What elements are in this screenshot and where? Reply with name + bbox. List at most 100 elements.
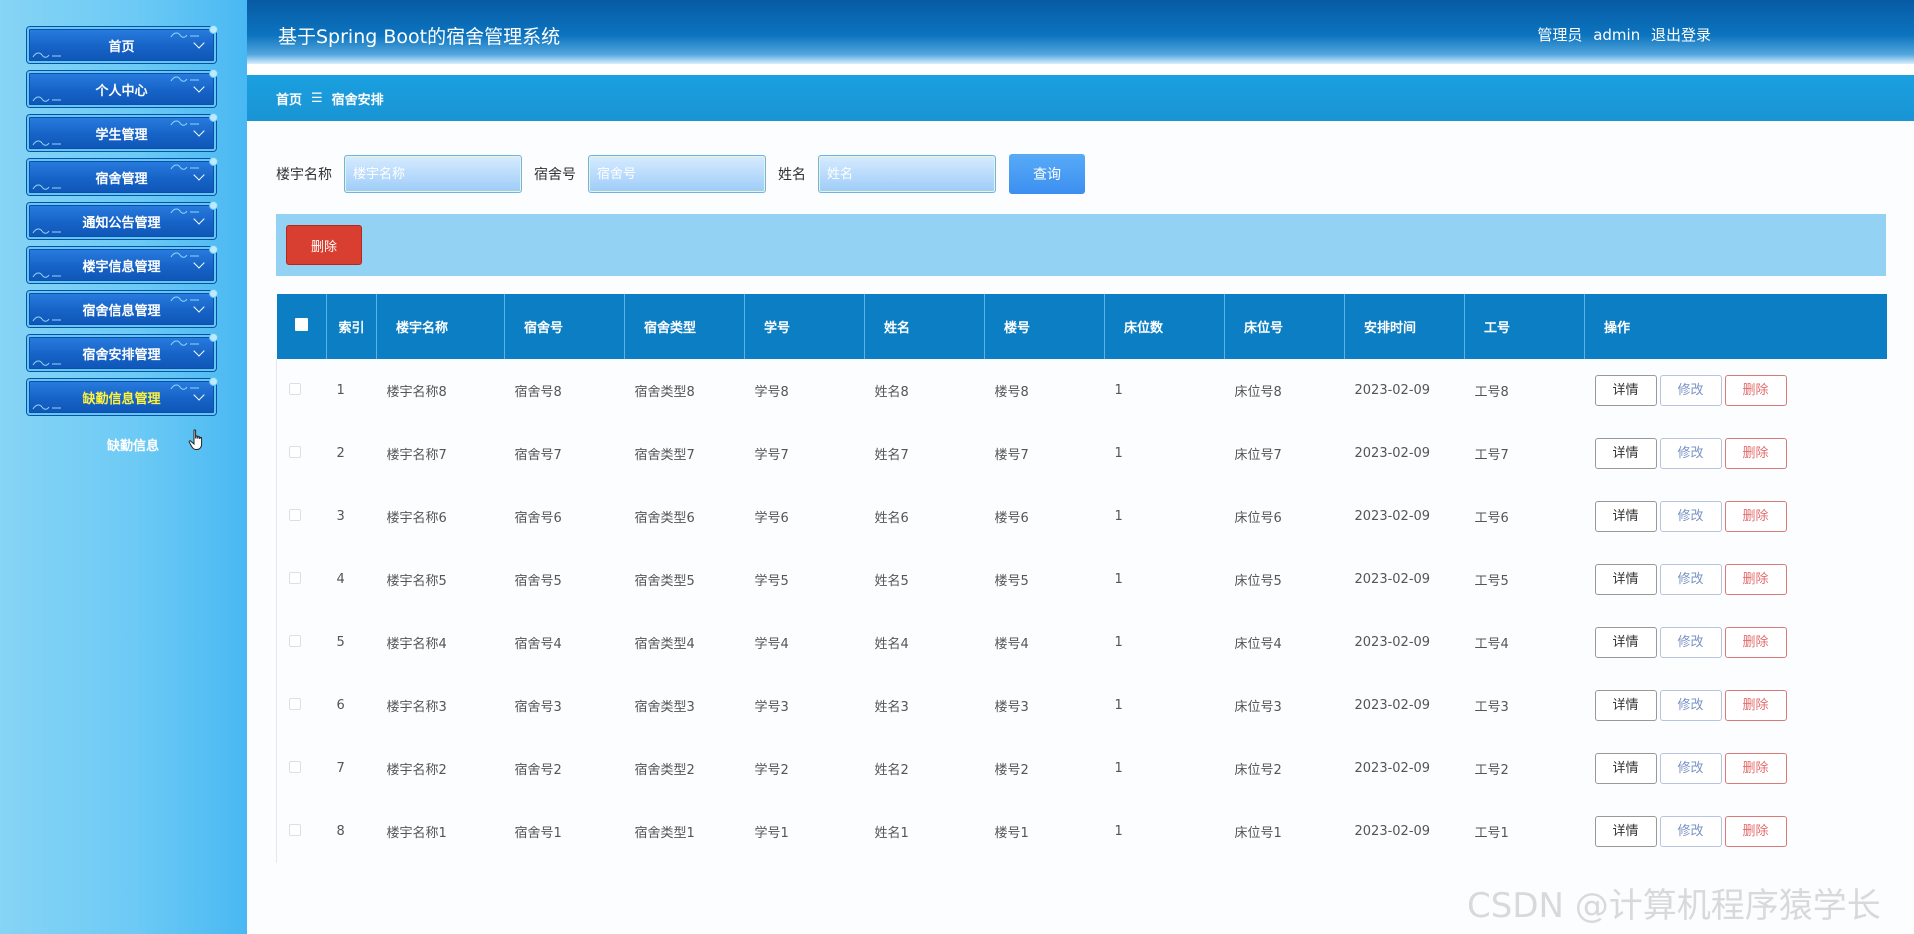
cell-building: 楼宇名称7 [386,448,447,463]
cell-floor: 楼号6 [994,511,1029,526]
delete-button[interactable]: 删除 [1724,501,1787,532]
detail-button[interactable]: 详情 [1594,564,1657,595]
ornament-icon [32,316,61,322]
delete-button[interactable]: 删除 [1724,438,1787,469]
edit-button[interactable]: 修改 [1659,816,1722,847]
sidebar-item-notices[interactable]: 通知公告管理 [27,201,218,239]
select-all-header [276,294,327,359]
delete-button[interactable]: 删除 [1724,816,1787,847]
cell-bed-no: 床位号1 [1234,826,1282,841]
detail-button[interactable]: 详情 [1594,753,1657,784]
ornament-icon [170,296,199,302]
ornament-icon [32,272,61,278]
query-button[interactable]: 查询 [1009,154,1085,194]
student-name-input[interactable] [818,155,996,193]
ornament-icon [32,52,61,58]
cell-name: 姓名3 [874,700,909,715]
row-checkbox[interactable] [289,571,301,584]
edit-button[interactable]: 修改 [1659,438,1722,469]
row-select-cell [276,422,327,485]
cell-bed-no: 床位号3 [1234,700,1282,715]
corner-dot-icon [209,201,218,210]
table-row: 4 楼宇名称5 宿舍号5 宿舍类型5 学号5 姓名5 楼号5 1 床位号5 2023-02-09 工… [276,548,1887,611]
sidebar-item-dorm-arrangement[interactable]: 宿舍安排管理 [27,333,218,371]
room-number-input[interactable] [588,155,766,193]
cell-building: 楼宇名称6 [386,511,447,526]
logout-link[interactable]: 退出登录 [1651,26,1711,44]
delete-button[interactable]: 删除 [1724,564,1787,595]
cell-name: 姓名8 [874,385,909,400]
delete-button[interactable]: 删除 [1724,753,1787,784]
sidebar-item-profile[interactable]: 个人中心 [27,69,218,107]
user-role: 管理员 [1537,26,1583,44]
delete-button[interactable]: 删除 [1724,690,1787,721]
cell-student-no: 学号4 [754,637,789,652]
cell-staff-no: 工号5 [1474,574,1509,589]
row-actions: 详情 修改 删除 [1585,359,1887,422]
sidebar-item-dorm-info[interactable]: 宿舍信息管理 [27,289,218,327]
cell-student-no: 学号7 [754,448,789,463]
edit-button[interactable]: 修改 [1659,753,1722,784]
row-checkbox[interactable] [289,508,301,521]
cell-index: 3 [336,509,345,524]
delete-button[interactable]: 删除 [1724,627,1787,658]
sidebar: 首页 个人中心 学生管理 宿舍管理 通知公告管理 楼宇信息管理 宿舍信息管理 宿舍安排管理 缺勤… [0,0,247,934]
select-all-checkbox[interactable] [294,318,308,331]
row-actions: 详情 修改 删除 [1585,674,1887,737]
ornament-icon [170,164,199,170]
building-name-input[interactable] [344,155,522,193]
edit-button[interactable]: 修改 [1659,564,1722,595]
row-checkbox[interactable] [289,445,301,458]
row-checkbox[interactable] [289,823,301,836]
row-checkbox[interactable] [289,760,301,773]
submenu-item-absence-info[interactable]: 缺勤信息 [107,435,159,454]
cell-time: 2023-02-09 [1354,698,1431,713]
chevron-down-icon [193,257,205,269]
sidebar-item-label: 宿舍管理 [95,171,148,187]
table-body: 1 楼宇名称8 宿舍号8 宿舍类型8 学号8 姓名8 楼号8 1 床位号8 2023-02-09 工… [276,359,1887,863]
row-checkbox[interactable] [289,634,301,647]
sidebar-item-absence[interactable]: 缺勤信息管理 [27,377,218,415]
row-checkbox[interactable] [289,382,301,395]
row-select-cell [276,485,327,548]
cell-index: 7 [336,761,345,776]
edit-button[interactable]: 修改 [1659,690,1722,721]
cell-floor: 楼号8 [994,385,1029,400]
cell-bed-no: 床位号8 [1234,385,1282,400]
cell-bed-no: 床位号4 [1234,637,1282,652]
column-header: 索引 [326,294,377,359]
edit-button[interactable]: 修改 [1659,627,1722,658]
row-checkbox[interactable] [289,697,301,710]
sidebar-item-students[interactable]: 学生管理 [27,113,218,151]
row-select-cell [276,800,327,863]
cell-room: 宿舍号7 [514,448,562,463]
detail-button[interactable]: 详情 [1594,438,1657,469]
cell-beds: 1 [1114,635,1123,650]
detail-button[interactable]: 详情 [1594,501,1657,532]
sidebar-item-buildings[interactable]: 楼宇信息管理 [27,245,218,283]
corner-dot-icon [209,377,218,386]
edit-button[interactable]: 修改 [1659,501,1722,532]
cell-room: 宿舍号8 [514,385,562,400]
ornament-icon [32,96,61,102]
arrangement-table: 索引 楼宇名称 宿舍号 宿舍类型 学号 姓名 楼号 床位数 床位号 安排时间 工… [276,294,1887,863]
detail-button[interactable]: 详情 [1594,627,1657,658]
cell-beds: 1 [1114,572,1123,587]
column-header: 床位数 [1104,294,1225,359]
bulk-delete-button[interactable]: 删除 [286,225,362,265]
detail-button[interactable]: 详情 [1594,816,1657,847]
breadcrumb-home[interactable]: 首页 [276,89,302,108]
sidebar-menu: 首页个人中心学生管理宿舍管理通知公告管理 楼宇信息管理 宿舍信息管理 宿舍安排管理 缺勤… [27,25,218,423]
delete-button[interactable]: 删除 [1724,375,1787,406]
row-actions: 详情 修改 删除 [1585,800,1887,863]
detail-button[interactable]: 详情 [1594,690,1657,721]
column-header: 床位号 [1224,294,1345,359]
column-header: 楼号 [984,294,1105,359]
sidebar-item-dorms[interactable]: 宿舍管理 [27,157,218,195]
edit-button[interactable]: 修改 [1659,375,1722,406]
detail-button[interactable]: 详情 [1594,375,1657,406]
row-actions: 详情 修改 删除 [1585,548,1887,611]
cell-beds: 1 [1114,761,1123,776]
sidebar-item-home[interactable]: 首页 [27,25,218,63]
table-row: 6 楼宇名称3 宿舍号3 宿舍类型3 学号3 姓名3 楼号3 1 床位号3 2023-02-09 工… [276,674,1887,737]
